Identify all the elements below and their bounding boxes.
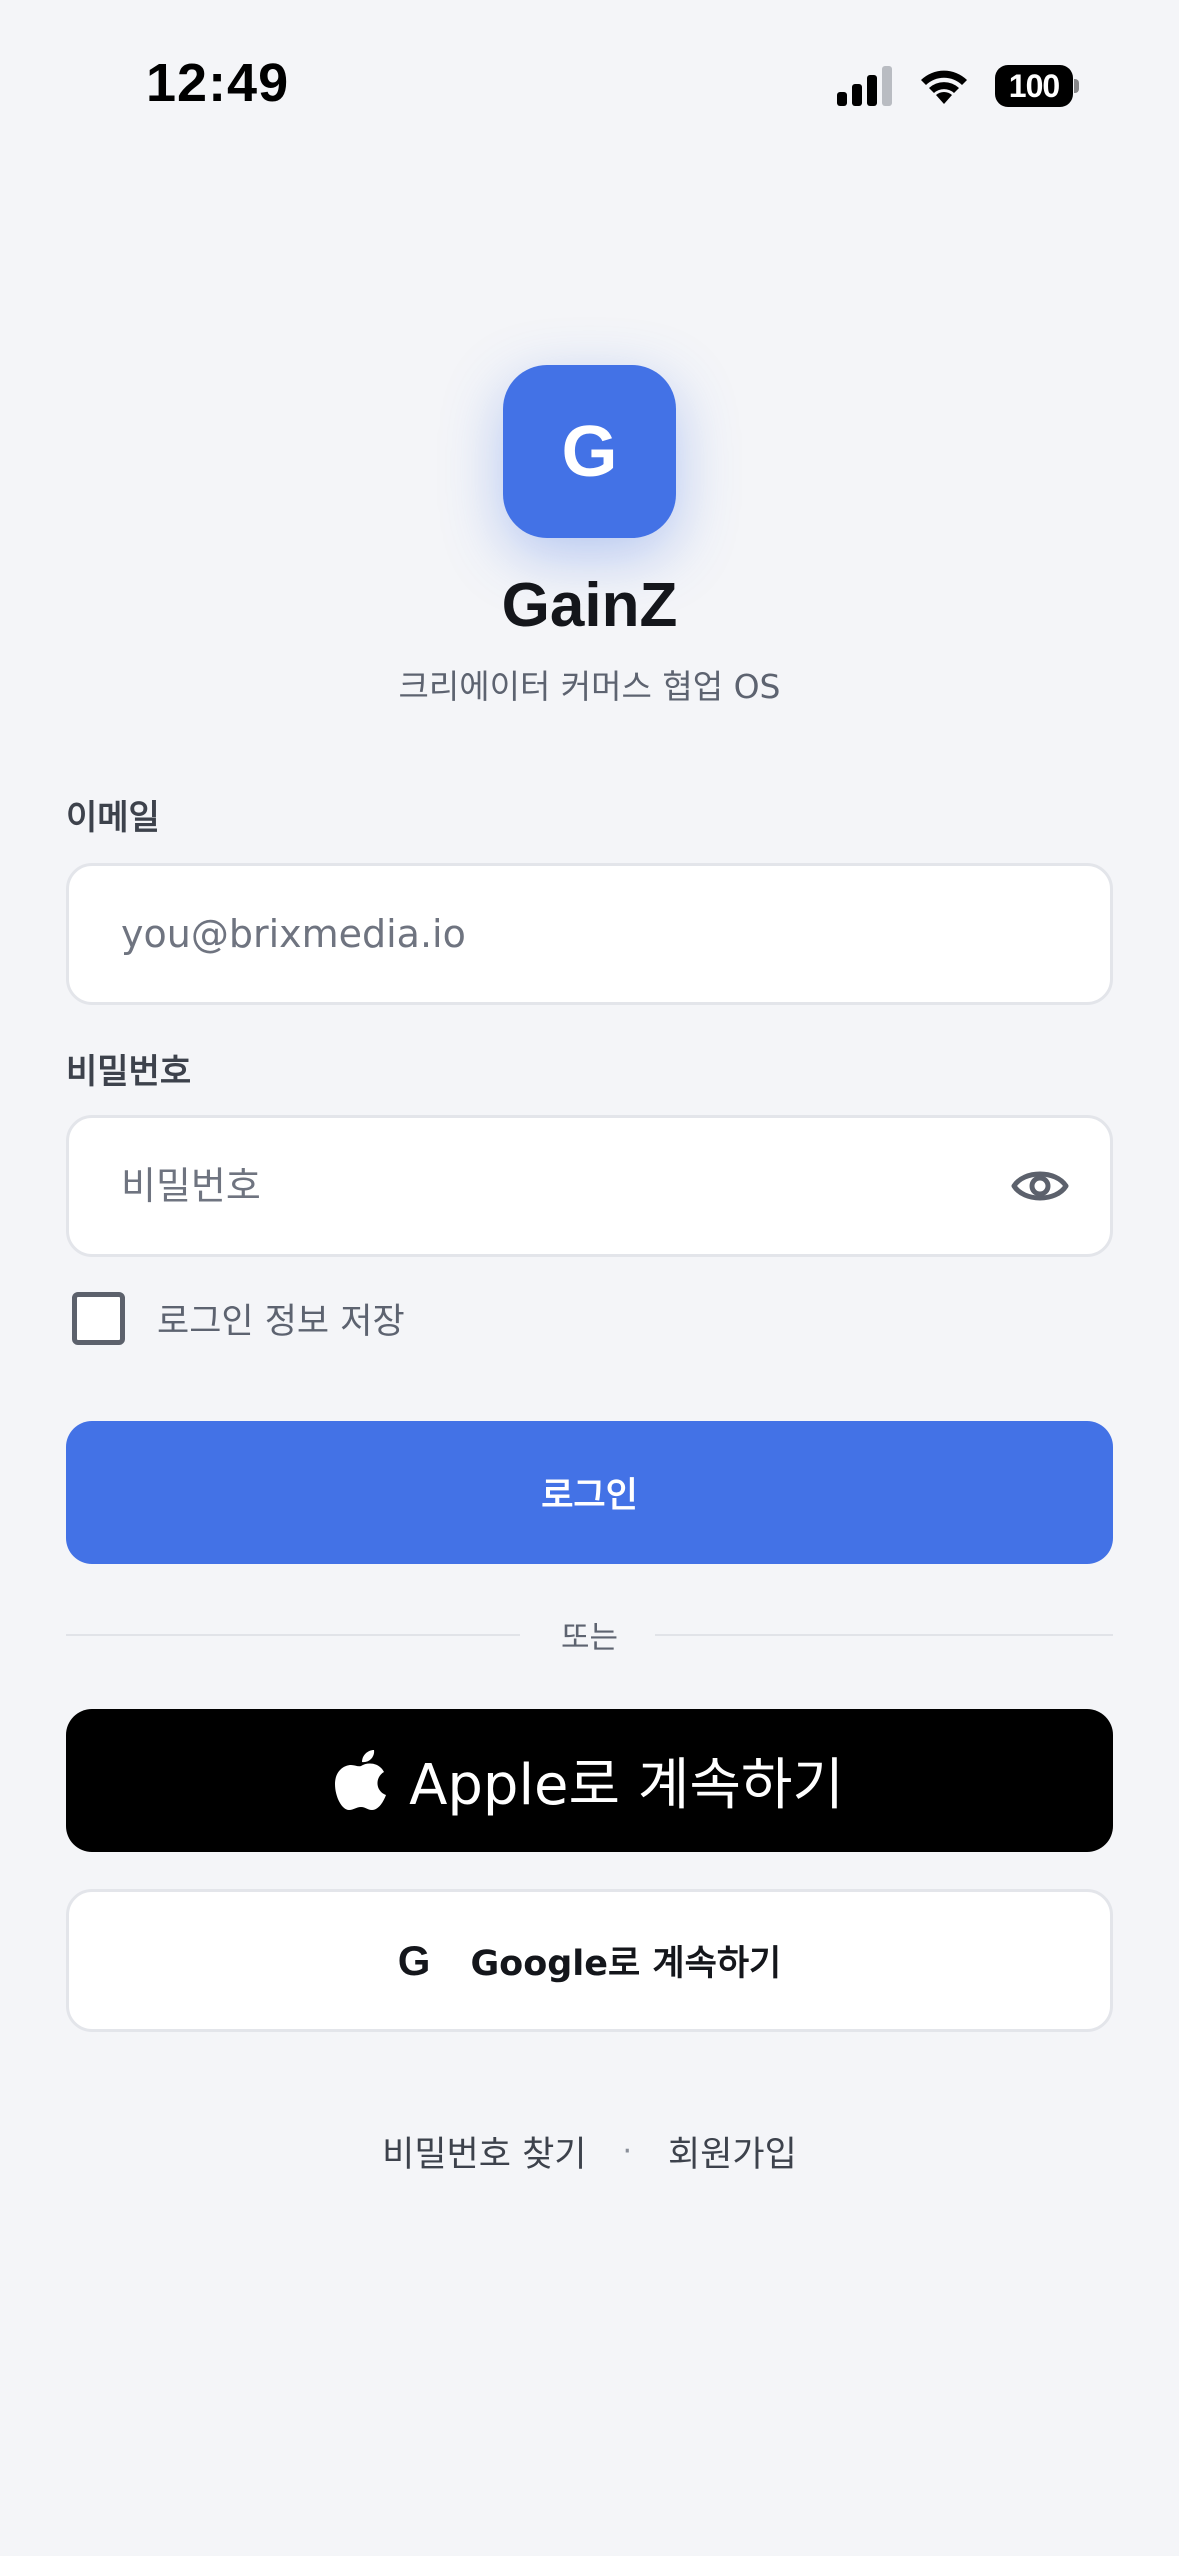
footer-links: 비밀번호 찾기 · 회원가입 <box>0 2126 1179 2177</box>
google-signin-button[interactable]: G Google로 계속하기 <box>66 1889 1113 2032</box>
remember-checkbox[interactable] <box>72 1292 125 1345</box>
app-logo: G <box>503 365 676 538</box>
google-logo-icon: G <box>397 1936 431 1984</box>
show-password-eye-icon[interactable] <box>1010 1161 1070 1211</box>
battery-icon: 100 <box>995 65 1079 107</box>
password-field[interactable] <box>66 1115 1113 1257</box>
footer-separator: · <box>622 2134 633 2169</box>
divider-text: 또는 <box>560 1620 619 1656</box>
remember-login-row[interactable]: 로그인 정보 저장 <box>72 1292 405 1345</box>
battery-level: 100 <box>995 65 1073 107</box>
email-label: 이메일 <box>66 798 160 838</box>
sign-up-link[interactable]: 회원가입 <box>668 2126 797 2177</box>
login-screen: 12:49 100 G GainZ 크리에이터 커머스 협업 OS 이메일 yo… <box>0 0 1179 2556</box>
find-password-link[interactable]: 비밀번호 찾기 <box>382 2126 586 2177</box>
apple-logo-icon <box>335 1749 387 1812</box>
wifi-icon <box>917 66 971 106</box>
login-button[interactable]: 로그인 <box>66 1421 1113 1564</box>
battery-cap <box>1074 79 1079 93</box>
remember-label: 로그인 정보 저장 <box>157 1302 405 1342</box>
app-logo-letter: G <box>561 411 618 492</box>
app-tagline: 크리에이터 커머스 협업 OS <box>398 667 781 706</box>
status-time: 12:49 <box>146 53 290 113</box>
password-label: 비밀번호 <box>66 1052 192 1092</box>
apple-signin-label: Apple로 계속하기 <box>409 1753 844 1818</box>
app-name: GainZ <box>501 571 678 640</box>
email-field[interactable] <box>66 863 1113 1005</box>
apple-signin-button[interactable]: Apple로 계속하기 <box>66 1709 1113 1852</box>
signal-icon <box>837 66 893 106</box>
google-signin-label: Google로 계속하기 <box>470 1944 782 1984</box>
status-icons: 100 <box>837 62 1079 110</box>
